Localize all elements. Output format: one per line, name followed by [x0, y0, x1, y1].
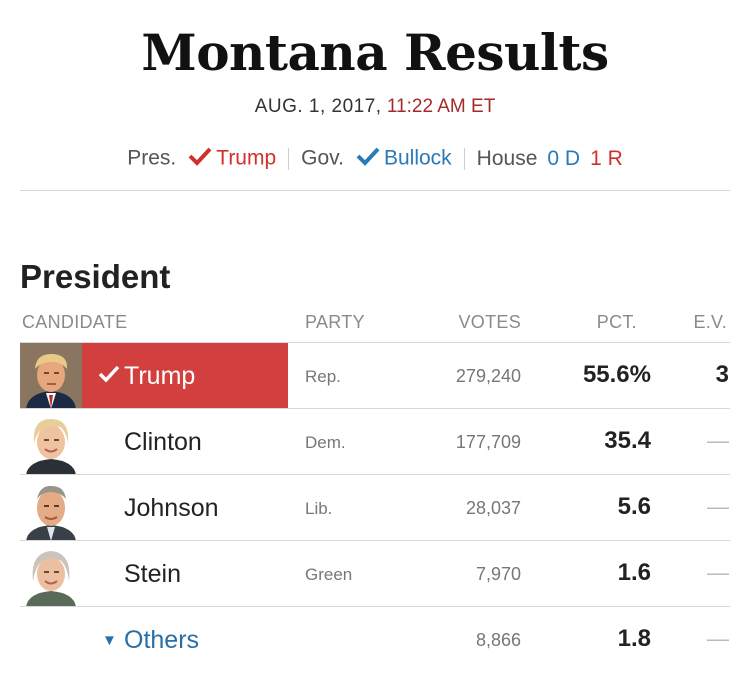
candidate-name: Clinton: [124, 428, 202, 456]
house-summary[interactable]: House 0 D 1 R: [477, 147, 623, 171]
electoral-votes: —: [707, 626, 729, 651]
house-rep-count: 1 R: [590, 147, 623, 170]
table-row: Stein Green 7,970 1.6 —: [20, 540, 730, 607]
house-label: House: [476, 147, 538, 170]
column-header-party: PARTY: [305, 312, 365, 332]
table-row: Trump Rep. 279,240 55.6% 3: [20, 342, 730, 409]
timestamp: AUG. 1, 2017, 11:22 AM ET: [0, 96, 750, 118]
column-header-pct: PCT.: [596, 312, 637, 332]
triangle-down-icon: ▼: [102, 632, 117, 649]
checkmark-icon: [188, 146, 212, 172]
candidate-photo: [20, 541, 82, 607]
votes: 8,866: [475, 630, 521, 650]
pres-winner: Trump: [216, 146, 277, 170]
percent: 1.6: [617, 559, 651, 586]
column-header-ev: E.V.: [693, 312, 727, 332]
divider: [20, 190, 730, 191]
candidate-photo: [20, 343, 82, 409]
column-header-votes: VOTES: [458, 312, 521, 332]
party: Rep.: [305, 367, 341, 386]
votes: 177,709: [455, 432, 521, 452]
party: Dem.: [305, 433, 346, 452]
date-text: AUG. 1, 2017,: [254, 96, 382, 117]
house-dem-count: 0 D: [547, 147, 581, 170]
results-summary: Pres. Trump Gov. Bullock House 0 D 1 R: [0, 146, 750, 172]
page-title: Montana Results: [141, 23, 609, 82]
electoral-votes: —: [707, 494, 729, 519]
candidate-name: Stein: [124, 560, 181, 588]
table-row: Johnson Lib. 28,037 5.6 —: [20, 474, 730, 541]
electoral-votes: —: [707, 428, 729, 453]
percent: 5.6: [617, 493, 651, 520]
divider: [463, 148, 465, 170]
votes: 28,037: [465, 498, 521, 518]
column-header-candidate: CANDIDATE: [22, 312, 128, 332]
electoral-votes: 3: [715, 361, 729, 388]
votes: 279,240: [455, 366, 521, 386]
party: Green: [305, 565, 353, 584]
pres-label: Pres.: [127, 146, 177, 170]
pres-summary[interactable]: Pres. Trump: [127, 146, 276, 172]
divider: [288, 148, 290, 170]
table-row: Clinton Dem. 177,709 35.4 —: [20, 408, 730, 475]
percent: 55.6%: [582, 361, 651, 388]
candidate-photo: [20, 475, 82, 541]
others-row[interactable]: ▼ Others 8,866 1.8 —: [20, 606, 730, 673]
electoral-votes: —: [707, 560, 729, 585]
candidate-photo: [20, 409, 82, 475]
checkmark-icon: [98, 365, 120, 388]
section-title: President: [20, 258, 171, 295]
checkmark-icon: [356, 146, 380, 172]
others-toggle[interactable]: Others: [124, 625, 199, 655]
time-text: 11:22 AM ET: [386, 96, 496, 117]
party: Lib.: [305, 499, 333, 518]
percent: 1.8: [617, 625, 651, 652]
candidate-name: Johnson: [124, 494, 219, 522]
gov-summary[interactable]: Gov. Bullock: [301, 146, 452, 172]
percent: 35.4: [604, 427, 651, 454]
votes: 7,970: [475, 564, 521, 584]
gov-label: Gov.: [301, 146, 344, 170]
gov-winner: Bullock: [383, 146, 452, 170]
candidate-name: Trump: [124, 362, 196, 390]
